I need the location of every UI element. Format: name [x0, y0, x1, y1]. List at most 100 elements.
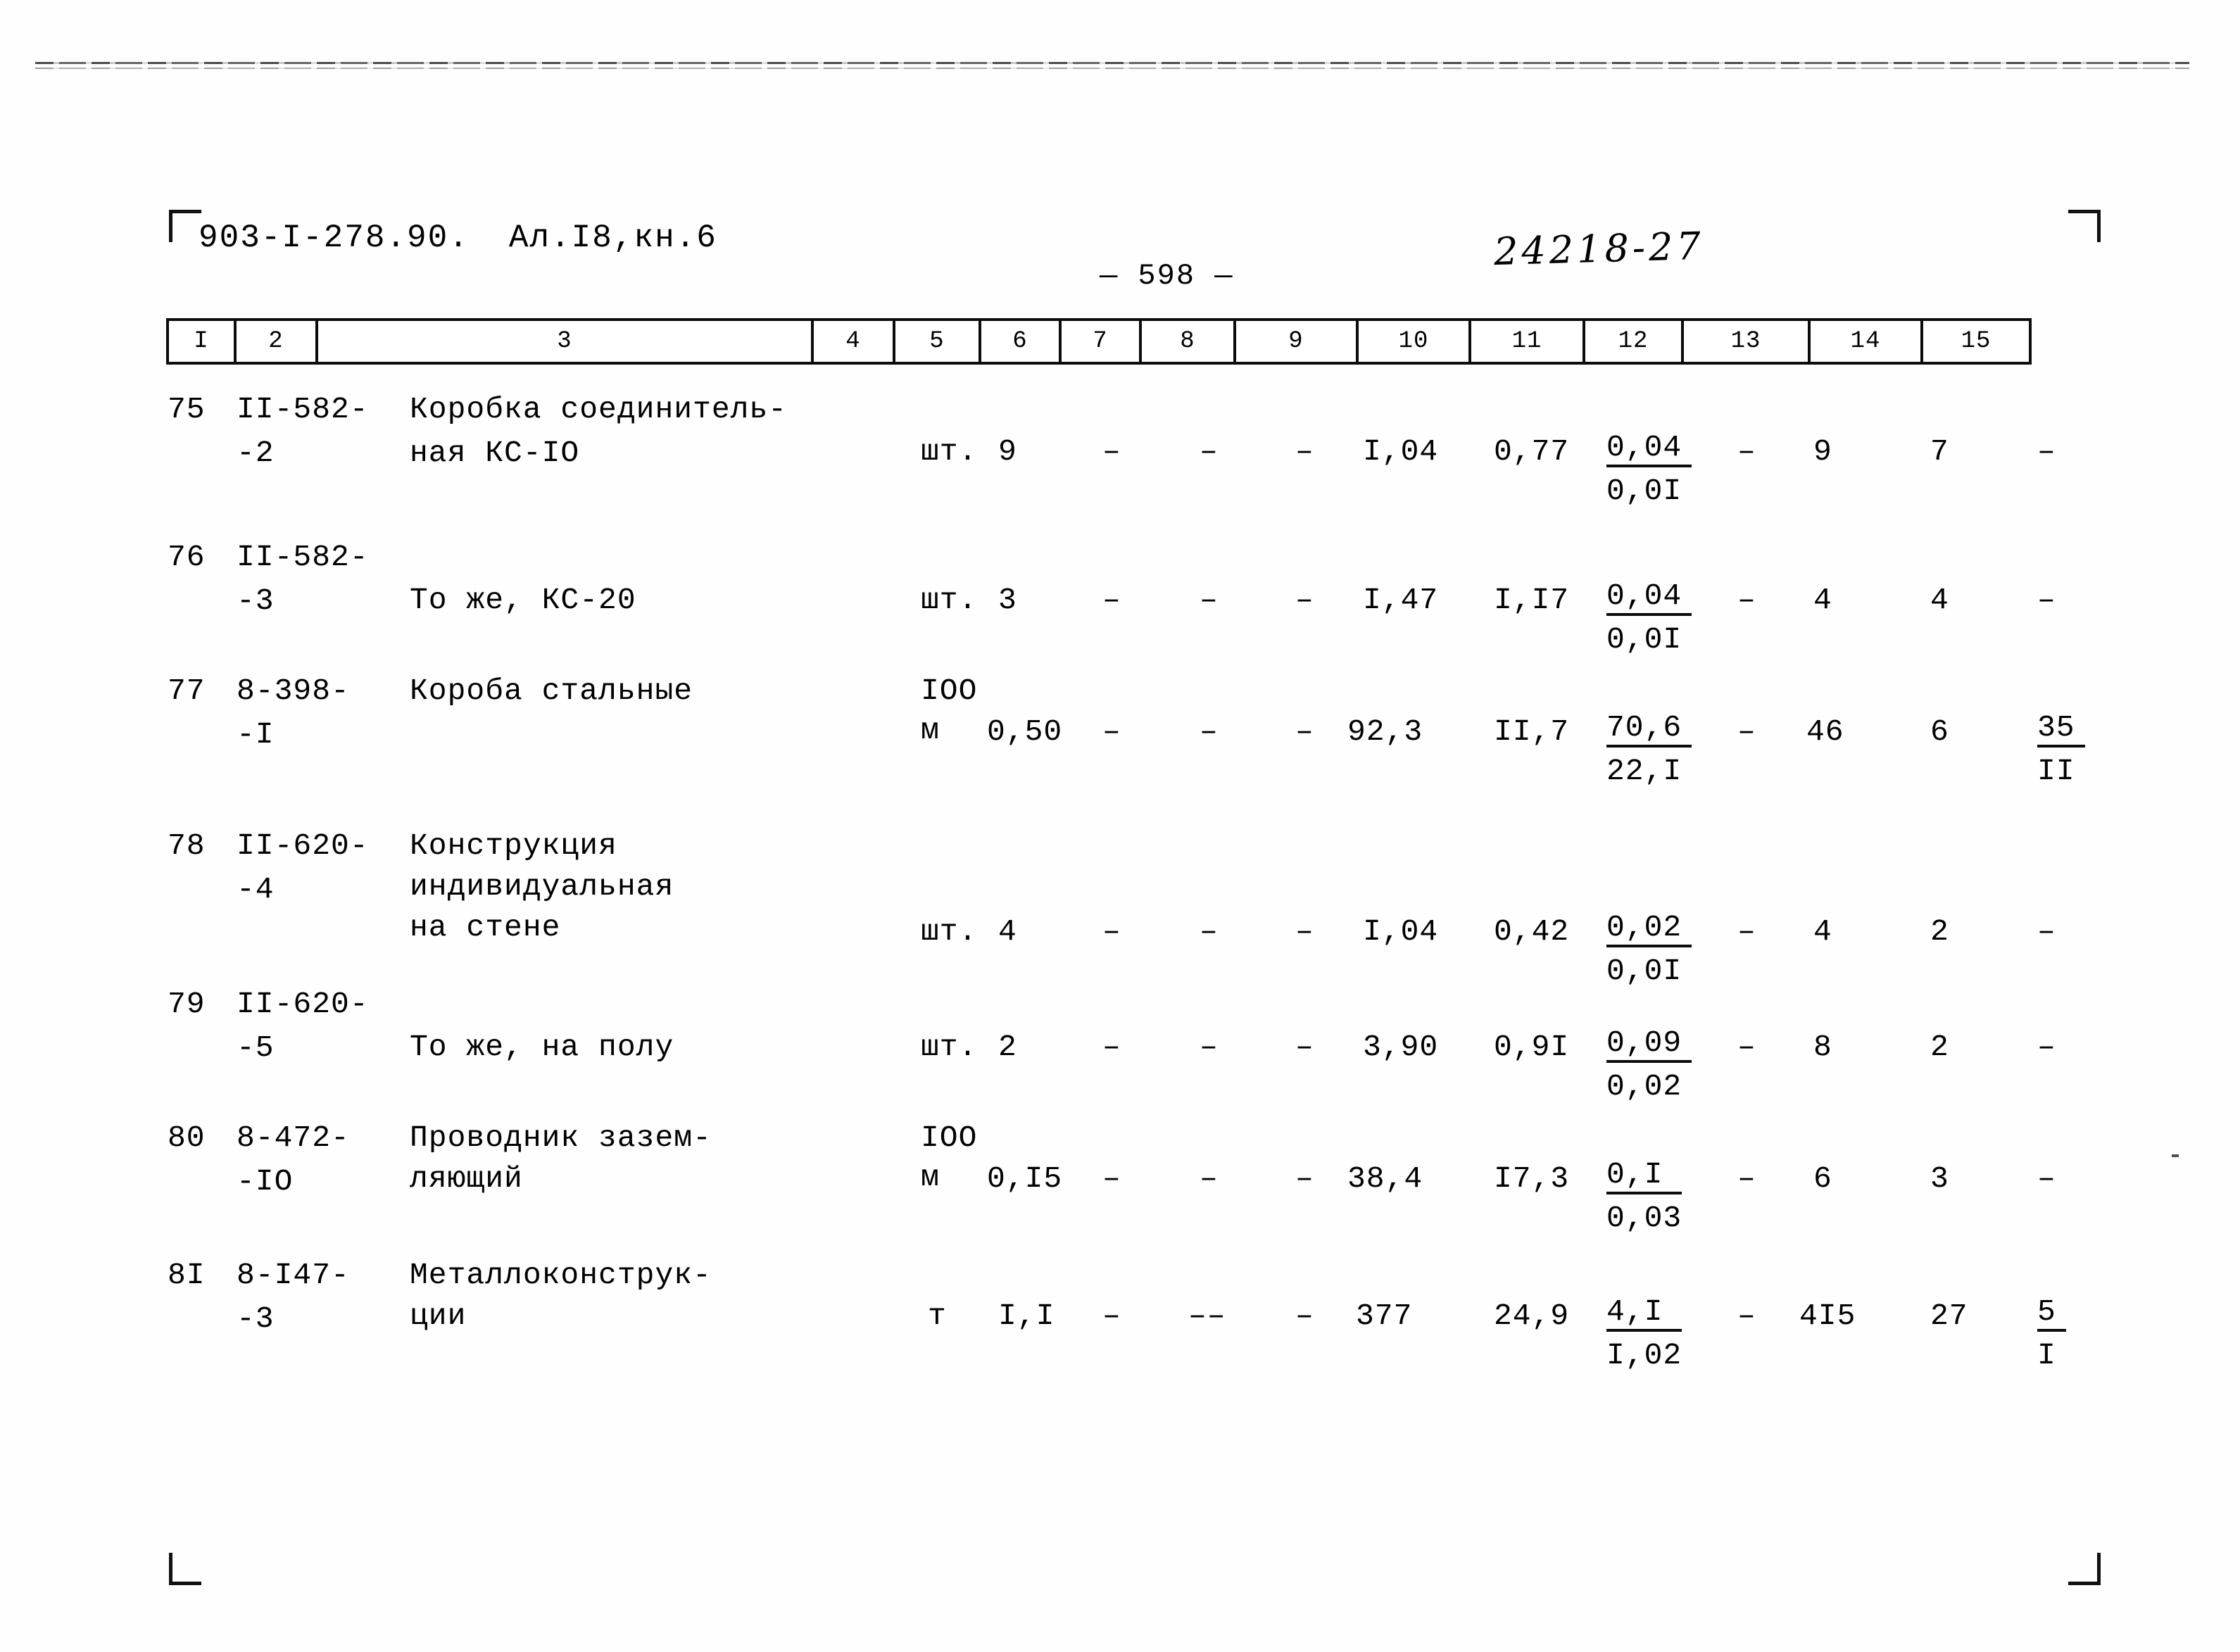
row-col-8: –: [1295, 1161, 1314, 1196]
row-col-11: 4,I I,02: [1606, 1297, 1682, 1371]
row-col-9: 3,90: [1363, 1030, 1439, 1064]
row-code-line-1: 8-472-: [237, 1121, 350, 1155]
row-col-11: 70,6 22,I: [1606, 712, 1692, 787]
row-code: II-620- -4: [237, 831, 369, 905]
scan-edge-artifact-secondary: [35, 68, 2189, 69]
row-col-15-denominator: II: [2037, 753, 2075, 788]
row-col-11-fraction: 0,02 0,0I: [1606, 912, 1692, 987]
row-name-line-3: на стене: [410, 909, 561, 945]
row-unit: IOO м: [921, 676, 977, 746]
row-col-12: –: [1737, 1030, 1756, 1064]
row-code-line-2: -IO: [237, 1164, 294, 1199]
row-name-line-1: Металлоконструк-: [410, 1258, 712, 1292]
table-body: 75 II-582- -2 Коробка соединитель- ная К…: [166, 394, 2109, 1408]
row-col-12: –: [1737, 583, 1756, 617]
row-col-15-numerator: 5: [2037, 1297, 2066, 1332]
row-col-11-numerator: 0,04: [1606, 581, 1692, 616]
row-col-5: 9: [998, 434, 1017, 469]
row-col-13: 4I5: [1799, 1299, 1856, 1333]
row-col-15: –: [2037, 434, 2056, 469]
crop-mark-top-left: [169, 210, 201, 242]
row-unit: шт.: [921, 583, 978, 617]
column-header-10: 10: [1356, 318, 1468, 365]
row-col-15: 35 II: [2037, 712, 2085, 787]
crop-mark-bottom-right: [2068, 1553, 2101, 1585]
row-col-5: 0,I5: [987, 1161, 1063, 1196]
row-unit-line-1: IOO: [921, 674, 978, 708]
row-col-14: 3: [1930, 1161, 1949, 1196]
row-name-line-2: индивидуальная: [410, 869, 674, 904]
row-col-11-fraction: 70,6 22,I: [1606, 712, 1692, 787]
row-col-14: 2: [1930, 1030, 1949, 1064]
row-col-11-fraction: 0,04 0,0I: [1606, 432, 1692, 507]
row-code-line-2: -5: [237, 1030, 275, 1065]
row-col-9: I,04: [1363, 914, 1439, 949]
row-position-number: 79: [168, 987, 206, 1021]
row-col-15: –: [2037, 1161, 2056, 1196]
row-col-8: –: [1295, 714, 1314, 749]
row-col-9: 377: [1356, 1299, 1413, 1333]
column-header-9: 9: [1233, 318, 1356, 365]
row-col-7: –: [1200, 583, 1219, 617]
document-album: Ал.I8,кн.6: [508, 220, 717, 256]
row-col-5: 3: [998, 583, 1017, 617]
row-code-line-2: -I: [237, 717, 275, 752]
handwritten-stamp-number: 24218-27: [1493, 223, 1705, 275]
row-col-8: –: [1295, 583, 1314, 617]
row-col-13: 9: [1813, 434, 1832, 469]
row-col-11-numerator: 0,I: [1606, 1159, 1682, 1194]
row-col-11-denominator: 22,I: [1606, 753, 1682, 788]
row-col-5: 2: [998, 1030, 1017, 1064]
row-unit: IOO м: [921, 1123, 977, 1193]
row-col-14: 6: [1930, 714, 1949, 749]
column-header-8: 8: [1139, 318, 1233, 365]
row-col-11-fraction: 0,04 0,0I: [1606, 581, 1692, 655]
row-code-line-1: II-582-: [237, 540, 369, 574]
row-col-9: 38,4: [1347, 1161, 1423, 1196]
row-name-line-2: ная КС-IO: [410, 435, 580, 470]
row-col-7: ––: [1188, 1299, 1226, 1333]
row-col-11-numerator: 70,6: [1606, 712, 1692, 748]
row-col-10: 0,9I: [1494, 1030, 1570, 1064]
row-col-12: –: [1737, 714, 1756, 749]
row-col-15-denominator: I: [2037, 1337, 2056, 1373]
scan-speck: [2172, 1154, 2179, 1157]
row-position-number: 8I: [168, 1258, 206, 1292]
column-header-5: 5: [893, 318, 979, 365]
row-name-line-2: ляющий: [410, 1161, 523, 1196]
row-col-11-denominator: 0,0I: [1606, 953, 1682, 988]
row-position-number: 75: [168, 392, 206, 427]
row-col-8: –: [1295, 434, 1314, 469]
row-col-10: 0,42: [1494, 914, 1570, 949]
row-col-9: I,04: [1363, 434, 1439, 469]
row-col-8: –: [1295, 914, 1314, 949]
row-code-line-2: -3: [237, 1301, 275, 1336]
row-col-9: 92,3: [1347, 714, 1423, 749]
row-name: То же, на полу: [410, 1030, 674, 1064]
row-code-line-1: II-582-: [237, 392, 369, 427]
row-position-number: 78: [168, 828, 206, 863]
row-position-number: 77: [168, 674, 206, 708]
table-column-header-row: I 2 3 4 5 6 7 8 9 10 11 12 13 14 15: [166, 318, 2099, 365]
row-col-10: I7,3: [1494, 1161, 1570, 1196]
row-col-8: –: [1295, 1299, 1314, 1333]
row-col-12: –: [1737, 1299, 1756, 1333]
table-row: 77 8-398- -I Короба стальные IOO м 0,50 …: [166, 676, 2109, 831]
row-col-11-denominator: 0,03: [1606, 1200, 1682, 1235]
table-row: 80 8-472- -IO Проводник зазем- ляющий IO…: [166, 1123, 2109, 1260]
row-col-7: –: [1200, 434, 1219, 469]
row-col-6: –: [1102, 1299, 1121, 1333]
row-col-13: 6: [1813, 1161, 1832, 1196]
column-header-12: 12: [1583, 318, 1681, 365]
row-name-line-2: ции: [410, 1298, 467, 1333]
column-header-6: 6: [979, 318, 1059, 365]
row-col-11-numerator: 0,09: [1606, 1028, 1692, 1063]
table-row: 75 II-582- -2 Коробка соединитель- ная К…: [166, 394, 2109, 542]
scanned-page: 903-I-278.90. Ал.I8,кн.6 — 598 — 24218-27…: [0, 0, 2240, 1652]
row-col-11: 0,I 0,03: [1606, 1159, 1682, 1234]
row-name: Короба стальные: [410, 674, 693, 708]
row-col-7: –: [1200, 1161, 1219, 1196]
row-col-11-numerator: 0,04: [1606, 432, 1692, 467]
row-position-number: 80: [168, 1121, 206, 1155]
row-col-11: 0,04 0,0I: [1606, 432, 1692, 507]
